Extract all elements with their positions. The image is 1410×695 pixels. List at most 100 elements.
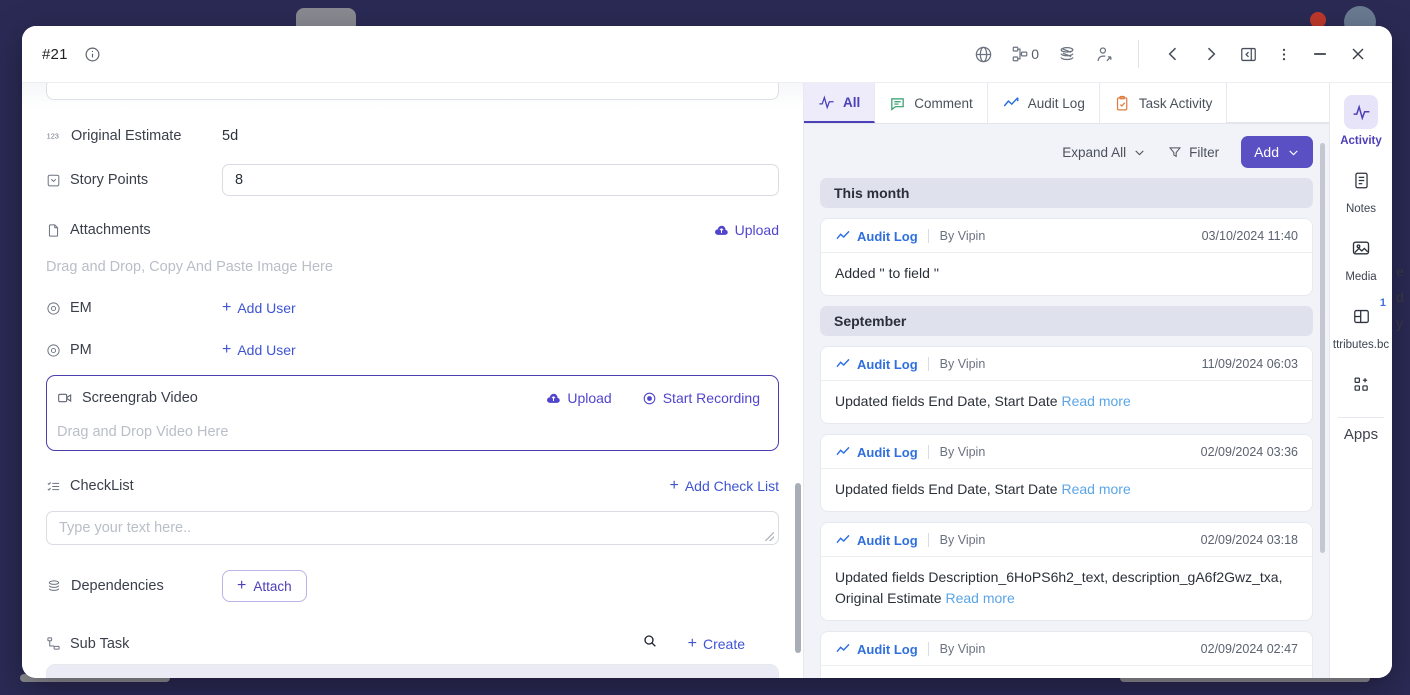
rail-label: Notes [1345, 203, 1377, 215]
add-check-list-button[interactable]: + Add Check List [669, 477, 779, 495]
tab-audit-log[interactable]: Audit Log [988, 83, 1100, 123]
add-checklist-label: Add Check List [684, 478, 779, 494]
field-attachments: Attachments Upload [46, 211, 779, 249]
story-points-label: Story Points [46, 172, 222, 188]
story-points-input[interactable]: 8 [222, 164, 779, 196]
hierarchy-icon[interactable]: 0 [1011, 45, 1039, 63]
modal-body: 123 Original Estimate 5d Story Points 8 … [22, 83, 1392, 678]
activity-timestamp: 02/09/2024 03:36 [1200, 445, 1298, 459]
screengrab-upload-button[interactable]: Upload [546, 390, 612, 406]
add-user-label: Add User [237, 300, 296, 316]
chevron-left-icon[interactable] [1163, 44, 1183, 64]
activity-card-body: Added '' to field '' [821, 252, 1312, 295]
share-user-icon[interactable] [1095, 45, 1114, 64]
plus-icon: + [669, 477, 679, 494]
add-button[interactable]: Add [1241, 136, 1313, 168]
rail-item-add-app[interactable] [1330, 367, 1392, 401]
tabs-filler [1227, 83, 1329, 123]
status-badge: Audit Log [835, 356, 918, 372]
search-icon[interactable] [642, 633, 658, 654]
activity-card[interactable]: Audit Log By Vipin 02/09/2024 03:18 Upda… [820, 522, 1313, 621]
layers-icon[interactable] [1057, 44, 1077, 64]
form-vertical-scrollbar[interactable] [795, 483, 801, 653]
rail-divider [1338, 417, 1384, 418]
filter-button[interactable]: Filter [1168, 145, 1219, 160]
dependencies-label: Dependencies [46, 578, 222, 594]
column-header-story: Story * [133, 665, 432, 678]
activity-card-header: Audit Log By Vipin 02/09/2024 03:18 [821, 523, 1312, 556]
field-screengrab-video[interactable]: Screengrab Video Upload Start Recording … [46, 375, 779, 451]
attachments-label: Attachments [46, 222, 222, 238]
image-icon [1344, 231, 1378, 265]
attach-button[interactable]: + Attach [222, 570, 307, 602]
screengrab-dropzone[interactable]: Drag and Drop Video Here [57, 424, 766, 440]
attachments-dropzone[interactable]: Drag and Drop, Copy And Paste Image Here [46, 259, 779, 275]
activity-card-body: Updated fields Priority, Bucket Read mor… [821, 665, 1312, 678]
close-icon[interactable] [1348, 44, 1368, 64]
status-badge: Audit Log [835, 444, 918, 460]
subtask-create-button[interactable]: + Create [688, 635, 745, 652]
chevron-down-icon [1135, 149, 1144, 155]
label-text: EM [70, 300, 92, 316]
activity-card-header: Audit Log By Vipin 03/10/2024 11:40 [821, 219, 1312, 252]
tab-task-activity[interactable]: Task Activity [1100, 83, 1228, 123]
activity-author: By Vipin [927, 445, 985, 459]
badge-label: Audit Log [857, 356, 918, 372]
activity-card-header: Audit Log By Vipin 02/09/2024 03:36 [821, 435, 1312, 468]
plus-icon: + [237, 577, 247, 594]
read-more-link[interactable]: Read more [1061, 393, 1130, 409]
rail-item-activity[interactable]: Activity [1330, 95, 1392, 147]
add-label: Add [1254, 144, 1279, 160]
task-detail-form: 123 Original Estimate 5d Story Points 8 … [22, 83, 804, 678]
number-123-icon: 123 [47, 132, 59, 141]
cloud-upload-icon [547, 393, 561, 403]
pm-add-user-button[interactable]: + Add User [222, 342, 296, 359]
activity-text: Added '' to field '' [835, 265, 940, 281]
original-estimate-label: 123 Original Estimate [46, 128, 222, 144]
notes-icon [1344, 163, 1378, 197]
add-app-icon [1344, 367, 1378, 401]
titlebar-divider [1138, 40, 1139, 68]
chevron-right-icon[interactable] [1201, 44, 1221, 64]
rail-item-notes[interactable]: Notes [1330, 163, 1392, 215]
layout-grid-icon [1344, 299, 1378, 333]
tab-comment[interactable]: Comment [875, 83, 988, 123]
globe-icon[interactable] [974, 45, 993, 64]
field-em: EM + Add User [46, 289, 779, 327]
checklist-actions: + Add Check List [669, 477, 779, 495]
field-original-estimate: 123 Original Estimate 5d [46, 117, 779, 155]
read-more-link[interactable]: Read more [945, 590, 1014, 606]
rail-item-attributes[interactable]: 1 ttributes.bc [1330, 297, 1392, 351]
info-circle-icon[interactable] [84, 46, 101, 63]
activity-vertical-scrollbar[interactable] [1320, 143, 1325, 553]
activity-card[interactable]: Audit Log By Vipin 03/10/2024 11:40 Adde… [820, 218, 1313, 296]
start-recording-button[interactable]: Start Recording [642, 390, 760, 406]
activity-card[interactable]: Audit Log By Vipin 11/09/2024 06:03 Upda… [820, 346, 1313, 424]
activity-card[interactable]: Audit Log By Vipin 02/09/2024 02:47 Upda… [820, 631, 1313, 678]
read-more-link[interactable]: Read more [1061, 481, 1130, 497]
field-checklist: CheckList + Add Check List [46, 467, 779, 505]
minimize-icon[interactable] [1310, 44, 1330, 64]
badge-label: Audit Log [857, 444, 918, 460]
subtask-actions: + Create [642, 633, 779, 654]
expand-all-button[interactable]: Expand All [1062, 145, 1146, 160]
tab-label: Task Activity [1138, 95, 1213, 111]
rail-label: ttributes.bc [1332, 339, 1390, 351]
original-estimate-value: 5d [222, 128, 239, 144]
attachments-upload-button[interactable]: Upload [714, 222, 779, 238]
panel-toggle-icon[interactable] [1239, 45, 1258, 64]
pm-label: PM [46, 342, 222, 358]
upload-label: Upload [567, 390, 612, 406]
activity-card[interactable]: Audit Log By Vipin 02/09/2024 03:36 Upda… [820, 434, 1313, 512]
field-dependencies: Dependencies + Attach [46, 567, 779, 605]
svg-text:123: 123 [47, 132, 59, 141]
checklist-textarea[interactable]: Type your text here.. [46, 511, 779, 545]
tab-all[interactable]: All [804, 83, 876, 123]
subtask-icon [47, 637, 60, 650]
more-vertical-icon[interactable] [1276, 45, 1292, 64]
clipped-field-above[interactable] [46, 83, 779, 100]
rail-item-media[interactable]: Media [1330, 231, 1392, 283]
attachments-actions: Upload [714, 222, 779, 238]
badge-label: Audit Log [857, 228, 918, 244]
em-add-user-button[interactable]: + Add User [222, 300, 296, 317]
